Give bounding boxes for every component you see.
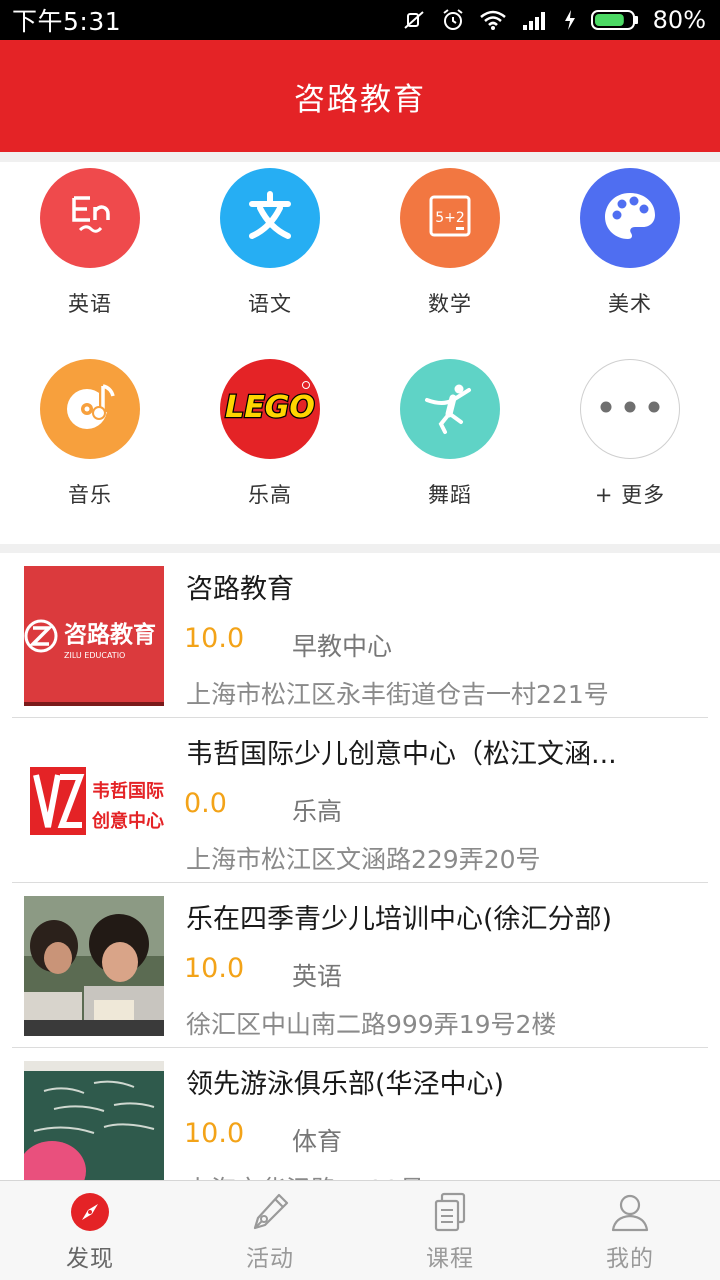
mute-icon (401, 8, 427, 32)
category-english[interactable]: 英语 (0, 168, 180, 338)
list-item[interactable]: 乐在四季青少儿培训中心(徐汇分部) 10.0 英语 徐汇区中山南二路999弄19… (0, 883, 720, 1048)
chinese-icon (240, 186, 300, 250)
category-label: 舞蹈 (428, 483, 472, 507)
category-music[interactable]: 音乐 (0, 359, 180, 529)
more-icon (595, 397, 665, 421)
category-lego-circle: LEGO (220, 359, 320, 459)
svg-text:LEGO: LEGO (225, 390, 315, 425)
dance-icon (419, 376, 481, 442)
institution-address: 上海市华泾路1199号 (186, 1170, 706, 1180)
institution-rating: 10.0 (184, 623, 245, 654)
logo-subtext: ZILU EDUCATIO (64, 651, 125, 660)
svg-text:5+2: 5+2 (435, 210, 465, 226)
status-time: 下午5:31 (12, 7, 122, 36)
category-label: 语文 (248, 292, 292, 316)
category-label: + 更多 (594, 483, 666, 507)
institution-address: 上海市松江区文涵路229弄20号 (186, 845, 541, 874)
category-label: 乐高 (248, 483, 292, 507)
students-photo (24, 896, 164, 1036)
list-item[interactable]: 领先游泳俱乐部(华泾中心) 10.0 体育 上海市华泾路1199号 (0, 1048, 720, 1180)
nav-label: 我的 (606, 1246, 654, 1272)
category-dance-circle (400, 359, 500, 459)
english-icon (60, 186, 120, 250)
alarm-icon (441, 8, 465, 32)
user-icon (609, 1191, 651, 1233)
lego-icon: LEGO (220, 359, 320, 459)
category-dance[interactable]: 舞蹈 (360, 359, 540, 529)
signal-icon (521, 9, 549, 31)
ziluedu-logo: 咨路教育 ZILU EDUCATIO (24, 566, 164, 706)
document-icon (429, 1191, 471, 1233)
category-english-circle (40, 168, 140, 268)
nav-activities[interactable]: 活动 (180, 1181, 360, 1280)
institution-address: 上海市松江区永丰街道仓吉一村221号 (186, 680, 609, 709)
category-more[interactable]: + 更多 (540, 359, 720, 529)
institution-name: 领先游泳俱乐部(华泾中心) (186, 1069, 505, 1100)
category-art[interactable]: 美术 (540, 168, 720, 338)
logo-text: 韦哲国际 (92, 780, 164, 802)
app-header: 咨路教育 (0, 40, 720, 152)
list-item[interactable]: 韦哲国际 创意中心 韦哲国际少儿创意中心（松江文涵... 0.0 乐高 上海市松… (0, 718, 720, 883)
status-bar: 下午5:31 80% (0, 0, 720, 40)
logo-text: 咨路教育 (64, 621, 156, 648)
category-label: 数学 (428, 292, 472, 316)
bottom-nav: 发现 活动 课程 我的 (0, 1180, 720, 1280)
nav-courses[interactable]: 课程 (360, 1181, 540, 1280)
logo-text: 创意中心 (91, 810, 164, 832)
battery-percent: 80% (652, 6, 706, 34)
category-label: 英语 (68, 292, 112, 316)
institution-name: 咨路教育 (186, 574, 294, 605)
nav-label: 发现 (66, 1246, 114, 1272)
pen-icon (249, 1191, 291, 1233)
institution-list: 咨路教育 ZILU EDUCATIO 咨路教育 10.0 早教中心 上海市松江区… (0, 553, 720, 1180)
math-icon: 5+2 (420, 186, 480, 250)
institution-name: 乐在四季青少儿培训中心(徐汇分部) (186, 904, 613, 935)
category-label: 音乐 (68, 483, 112, 507)
compass-icon (69, 1191, 111, 1233)
category-more-circle (580, 359, 680, 459)
category-label: 美术 (608, 292, 652, 316)
institution-category: 乐高 (292, 797, 343, 826)
institution-category: 早教中心 (292, 632, 393, 661)
category-music-circle (40, 359, 140, 459)
status-icons: 80% (401, 6, 706, 34)
charging-icon (563, 9, 577, 31)
list-item[interactable]: 咨路教育 ZILU EDUCATIO 咨路教育 10.0 早教中心 上海市松江区… (0, 553, 720, 718)
category-chinese-circle (220, 168, 320, 268)
wifi-icon (479, 9, 507, 31)
institution-rating: 0.0 (184, 788, 227, 819)
category-lego[interactable]: LEGO 乐高 (180, 359, 360, 529)
nav-label: 活动 (246, 1246, 294, 1272)
music-icon (59, 376, 121, 442)
nav-label: 课程 (426, 1246, 474, 1272)
nav-discover[interactable]: 发现 (0, 1181, 180, 1280)
institution-rating: 10.0 (184, 953, 245, 984)
category-math[interactable]: 5+2 数学 (360, 168, 540, 338)
nav-profile[interactable]: 我的 (540, 1181, 720, 1280)
institution-name: 韦哲国际少儿创意中心（松江文涵... (186, 739, 617, 770)
classroom-photo (24, 1061, 164, 1180)
battery-icon (590, 8, 639, 32)
category-art-circle (580, 168, 680, 268)
category-math-circle: 5+2 (400, 168, 500, 268)
institution-category: 英语 (292, 962, 343, 991)
category-chinese[interactable]: 语文 (180, 168, 360, 338)
institution-address: 徐汇区中山南二路999弄19号2楼 (186, 1010, 557, 1039)
app-screen: 下午5:31 80% 咨路教育 英语 语文 5+2 数学 美术 音乐 LEGO … (0, 0, 720, 1280)
category-grid: 英语 语文 5+2 数学 美术 音乐 LEGO 乐高 舞蹈 + 更多 (0, 162, 720, 544)
palette-icon (599, 185, 661, 251)
institution-category: 体育 (292, 1127, 343, 1156)
weizhe-logo: 韦哲国际 创意中心 (24, 731, 164, 871)
institution-rating: 10.0 (184, 1118, 245, 1149)
page-title: 咨路教育 (294, 81, 426, 118)
